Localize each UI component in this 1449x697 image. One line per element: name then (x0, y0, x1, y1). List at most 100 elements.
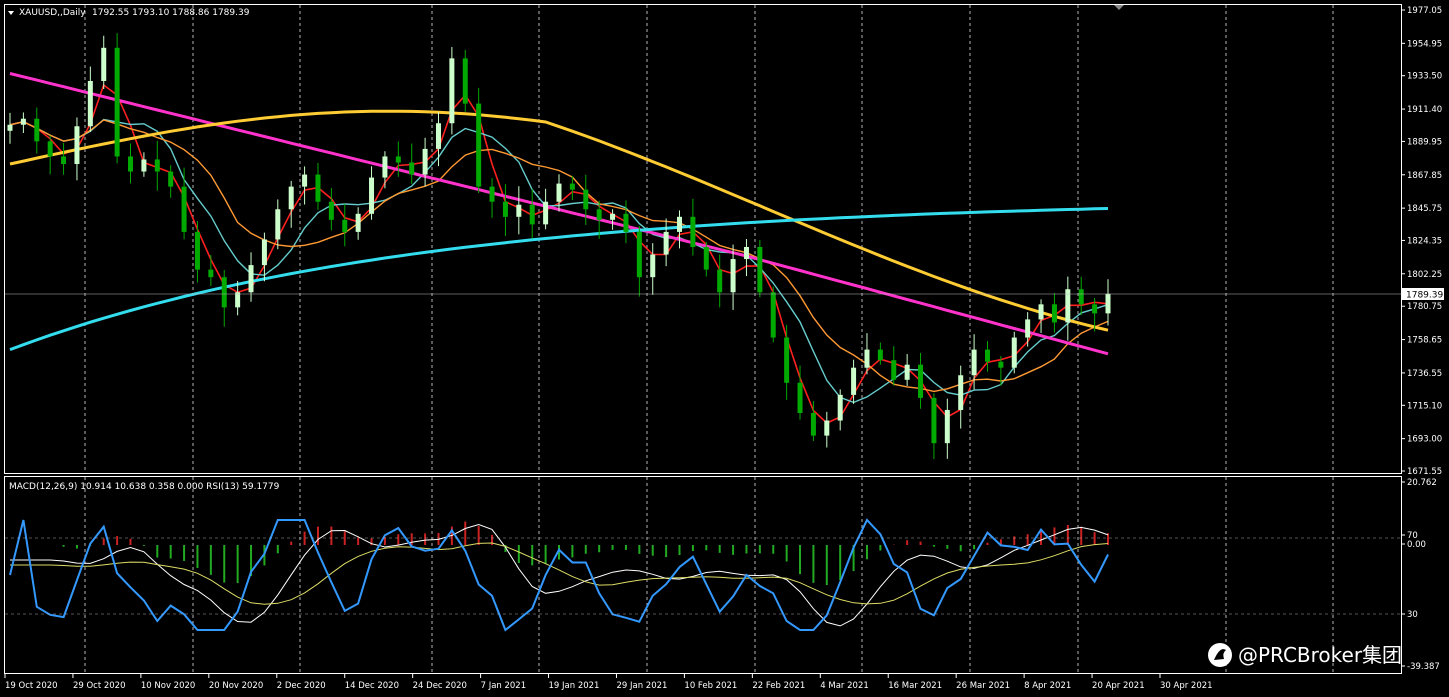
candle-body[interactable] (543, 201, 549, 225)
price-tick-label: 1824.35 (1407, 236, 1442, 246)
candle-body[interactable] (235, 292, 241, 308)
candle-body[interactable] (74, 126, 80, 164)
candle-body[interactable] (851, 367, 857, 395)
candle-body[interactable] (208, 269, 214, 278)
candle-body[interactable] (221, 277, 227, 308)
candle-body[interactable] (730, 259, 736, 293)
candle-body[interactable] (369, 177, 375, 214)
candle-body[interactable] (1025, 319, 1031, 338)
candle-body[interactable] (7, 124, 13, 131)
candle-body[interactable] (904, 364, 910, 380)
candle-body[interactable] (168, 171, 174, 187)
candle-body[interactable] (998, 361, 1004, 368)
candle-body[interactable] (288, 186, 294, 210)
candle-body[interactable] (1051, 304, 1057, 323)
candle-body[interactable] (435, 123, 441, 149)
moving-average-lines (9, 72, 1109, 424)
candle-body[interactable] (810, 412, 816, 436)
candle-body[interactable] (489, 186, 495, 202)
chart-shift-marker[interactable] (1114, 5, 1124, 10)
candle-body[interactable] (449, 58, 455, 124)
candle-body[interactable] (931, 397, 937, 444)
candle-body[interactable] (61, 156, 67, 164)
candle-body[interactable] (650, 254, 656, 278)
main-panel-border (4, 4, 1402, 474)
candle-body[interactable] (1011, 337, 1017, 368)
candle-body[interactable] (864, 349, 870, 368)
candle-body[interactable] (328, 201, 334, 220)
candle-body[interactable] (529, 204, 535, 225)
candle-body[interactable] (690, 216, 696, 247)
ohlc-label: 1792.55 1793.10 1788.86 1789.39 (92, 8, 250, 18)
candle-body[interactable] (971, 349, 977, 376)
candle-body[interactable] (663, 231, 669, 255)
candle-body[interactable] (315, 174, 321, 202)
candle-body[interactable] (128, 156, 134, 172)
candle-body[interactable] (516, 204, 522, 217)
candle-body[interactable] (984, 349, 990, 362)
candle-body[interactable] (677, 216, 683, 232)
candle-body[interactable] (114, 47, 120, 157)
candle-body[interactable] (382, 156, 388, 178)
candle-body[interactable] (743, 246, 749, 260)
candle-body[interactable] (770, 292, 776, 338)
price-tick-label: 1933.50 (1407, 72, 1442, 82)
candle-body[interactable] (101, 47, 107, 81)
time-tick-label: 8 Apr 2021 (1024, 681, 1071, 691)
price-axis: 1977.05 1954.95 1933.50 1911.40 1889.95 1867.… (1401, 6, 1442, 477)
candle-body[interactable] (958, 375, 964, 410)
candle-body[interactable] (154, 159, 160, 172)
time-tick-label: 10 Feb 2021 (684, 681, 737, 691)
candle-body[interactable] (757, 246, 763, 293)
candle-body[interactable] (422, 148, 428, 175)
price-tick-label: 1911.40 (1407, 105, 1442, 115)
price-tick-label: 1780.75 (1407, 302, 1442, 312)
candle-body[interactable] (717, 269, 723, 293)
price-tick-label: 1671.55 (1407, 467, 1442, 477)
candle-body[interactable] (797, 382, 803, 413)
candle-body[interactable] (194, 231, 200, 270)
candle-body[interactable] (824, 420, 830, 436)
time-tick-label: 30 Apr 2021 (1160, 681, 1213, 691)
candle-body[interactable] (784, 337, 790, 383)
candle-body[interactable] (703, 246, 709, 270)
price-tick-label: 1715.10 (1407, 401, 1442, 411)
candle-body[interactable] (502, 201, 508, 217)
candle-body[interactable] (47, 141, 53, 157)
candle-body[interactable] (20, 118, 26, 125)
candle-body[interactable] (610, 213, 616, 220)
candle-body[interactable] (556, 183, 562, 202)
candle-body[interactable] (395, 156, 401, 163)
candle-body[interactable] (302, 174, 308, 187)
candle-body[interactable] (462, 58, 468, 104)
candle-body[interactable] (583, 189, 589, 210)
symbol-dropdown-icon[interactable] (8, 11, 14, 15)
candle-body[interactable] (409, 162, 415, 175)
candle-body[interactable] (248, 265, 254, 293)
candle-body[interactable] (636, 231, 642, 278)
candle-body[interactable] (261, 239, 267, 266)
candle-body[interactable] (87, 80, 93, 127)
candle-body[interactable] (181, 186, 187, 232)
candle-body[interactable] (918, 364, 924, 398)
candle-body[interactable] (355, 213, 361, 232)
candle-body[interactable] (837, 394, 843, 421)
candle-body[interactable] (1092, 304, 1098, 314)
candle-body[interactable] (141, 159, 147, 172)
candle-body[interactable] (944, 409, 950, 444)
candle-body[interactable] (569, 183, 575, 190)
candle-body[interactable] (1078, 289, 1084, 305)
candle-body[interactable] (476, 103, 482, 187)
candle-body[interactable] (342, 219, 348, 232)
candle-body[interactable] (34, 118, 40, 142)
trading-chart[interactable]: 1789.39 XAUUSD,,Daily 1792.55 1793.10 17… (0, 0, 1449, 697)
candle-body[interactable] (877, 349, 883, 361)
candle-body[interactable] (891, 360, 897, 380)
candle-body[interactable] (1105, 293, 1111, 314)
candle-body[interactable] (1038, 304, 1044, 320)
candle-body[interactable] (596, 209, 602, 220)
candle-body[interactable] (275, 209, 281, 240)
candle-body[interactable] (623, 213, 629, 232)
candlesticks[interactable] (7, 33, 1111, 460)
grid-lines (84, 5, 1334, 673)
